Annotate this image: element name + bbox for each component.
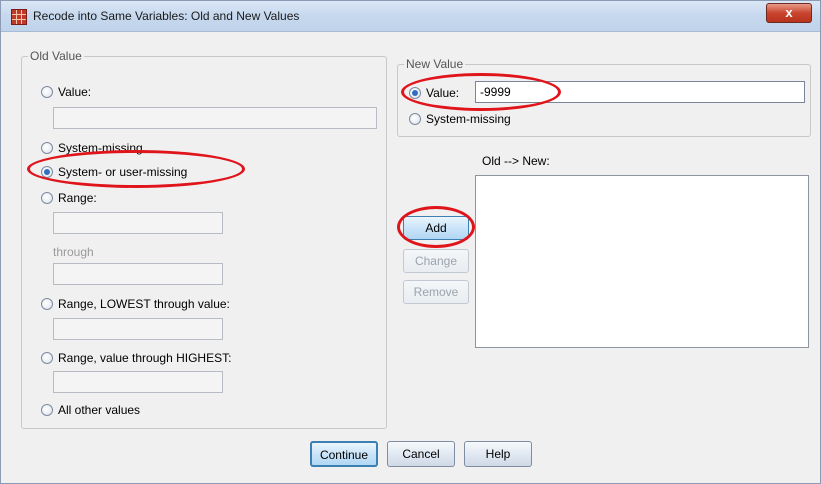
radio-icon <box>41 86 53 98</box>
range-to-input[interactable] <box>53 263 223 285</box>
old-value-input[interactable] <box>53 107 377 129</box>
sys-user-missing-radio[interactable]: System- or user-missing <box>41 165 187 179</box>
new-value-radio[interactable]: Value: <box>409 86 459 100</box>
radio-icon <box>41 352 53 364</box>
new-system-missing-label: System-missing <box>426 112 511 126</box>
range-from-input[interactable] <box>53 212 223 234</box>
new-value-text: -9999 <box>480 85 511 99</box>
continue-button[interactable]: Continue <box>310 441 378 467</box>
system-missing-radio[interactable]: System-missing <box>41 141 143 155</box>
change-button: Change <box>403 249 469 273</box>
all-other-label: All other values <box>58 403 141 417</box>
range-highest-label: Range, value through HIGHEST: <box>58 351 232 365</box>
new-value-input[interactable]: -9999 <box>475 81 805 103</box>
range-highest-input[interactable] <box>53 371 223 393</box>
radio-icon <box>41 404 53 416</box>
sys-user-missing-label: System- or user-missing <box>58 165 188 179</box>
radio-selected-icon <box>41 166 53 178</box>
close-button[interactable]: x <box>766 3 812 23</box>
recode-dialog: Recode into Same Variables: Old and New … <box>0 0 821 484</box>
radio-icon <box>41 192 53 204</box>
mapping-listbox[interactable] <box>475 175 809 348</box>
add-button[interactable]: Add <box>403 216 469 240</box>
range-label: Range: <box>58 191 97 205</box>
through-label: through <box>53 245 94 259</box>
old-value-legend: Old Value <box>30 49 82 63</box>
new-value-label: Value: <box>426 86 460 100</box>
radio-icon <box>41 142 53 154</box>
system-missing-label: System-missing <box>58 141 143 155</box>
cancel-button[interactable]: Cancel <box>387 441 455 467</box>
window-title: Recode into Same Variables: Old and New … <box>33 9 300 23</box>
title-bar: Recode into Same Variables: Old and New … <box>1 1 820 32</box>
all-other-radio[interactable]: All other values <box>41 403 140 417</box>
range-radio[interactable]: Range: <box>41 191 97 205</box>
spss-app-icon <box>11 9 27 25</box>
range-highest-radio[interactable]: Range, value through HIGHEST: <box>41 351 231 365</box>
old-value-radio[interactable]: Value: <box>41 85 91 99</box>
radio-selected-icon <box>409 87 421 99</box>
help-button[interactable]: Help <box>464 441 532 467</box>
remove-button: Remove <box>403 280 469 304</box>
radio-icon <box>409 113 421 125</box>
range-lowest-radio[interactable]: Range, LOWEST through value: <box>41 297 230 311</box>
old-value-label: Value: <box>58 85 92 99</box>
mapping-label: Old --> New: <box>482 154 550 168</box>
range-lowest-input[interactable] <box>53 318 223 340</box>
radio-icon <box>41 298 53 310</box>
new-system-missing-radio[interactable]: System-missing <box>409 112 511 126</box>
range-lowest-label: Range, LOWEST through value: <box>58 297 230 311</box>
new-value-legend: New Value <box>406 57 464 71</box>
